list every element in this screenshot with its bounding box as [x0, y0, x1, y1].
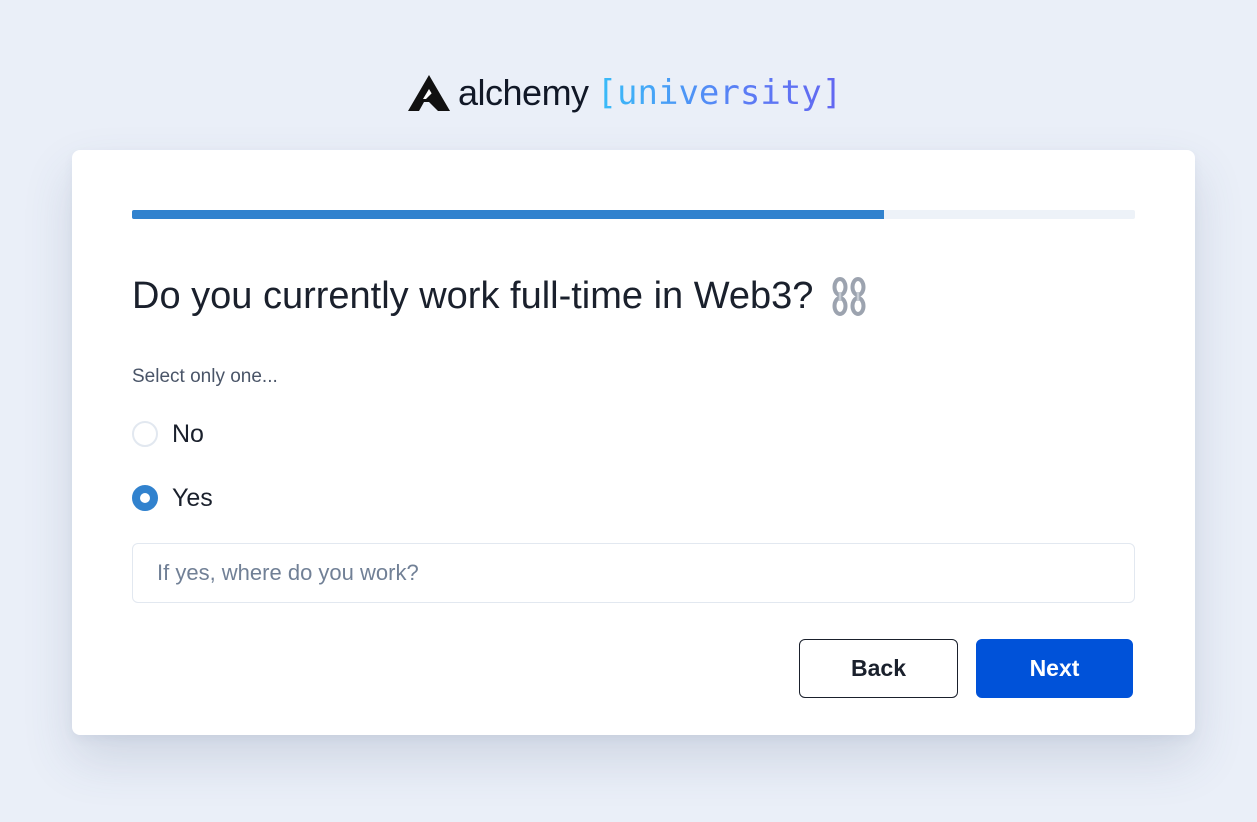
workplace-input[interactable] [132, 543, 1135, 603]
alchemy-triangle-icon [408, 75, 450, 111]
progress-bar-fill [132, 210, 885, 219]
option-no-label: No [172, 420, 204, 448]
option-no[interactable]: No [132, 419, 204, 449]
option-yes-label: Yes [172, 484, 213, 512]
brand-tagline: [university] [597, 70, 843, 116]
radio-yes[interactable] [132, 485, 158, 511]
brand-wordmark: alchemy [458, 72, 589, 113]
progress-bar [132, 210, 1135, 219]
select-hint: Select only one... [132, 366, 278, 387]
onboarding-card: Do you currently work full-time in Web3?… [72, 150, 1195, 735]
radio-no[interactable] [132, 421, 158, 447]
back-button[interactable]: Back [799, 639, 958, 698]
question-text: Do you currently work full-time in Web3? [132, 275, 814, 317]
option-yes[interactable]: Yes [132, 483, 213, 513]
chain-link-icon [832, 277, 866, 316]
question-heading: Do you currently work full-time in Web3? [132, 268, 867, 324]
alchemy-university-logo: alchemy [university] [408, 70, 842, 116]
next-button[interactable]: Next [976, 639, 1133, 698]
